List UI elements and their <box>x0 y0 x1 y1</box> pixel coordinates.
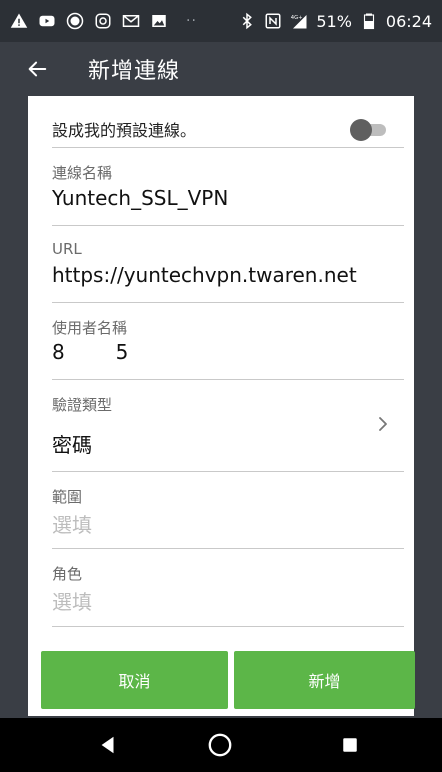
username-value[interactable]: 8 5 <box>52 340 128 364</box>
username-field[interactable]: 使用者名稱 8 5 <box>52 303 404 380</box>
auth-type-label: 驗證類型 <box>52 396 113 414</box>
connection-name-label: 連線名稱 <box>52 164 113 182</box>
chevron-right-icon <box>379 417 387 431</box>
url-field[interactable]: URL https://yuntechvpn.twaren.net <box>52 226 404 303</box>
system-nav-bar <box>0 718 442 772</box>
role-field[interactable]: 角色 選填 <box>52 549 404 627</box>
app-bar: 新增連線 <box>0 42 442 96</box>
back-arrow-icon[interactable] <box>26 58 48 80</box>
nav-recents-button[interactable] <box>334 729 366 761</box>
more-notifications: ·· <box>186 13 197 29</box>
instagram-icon <box>94 12 112 30</box>
clock: 06:24 <box>385 11 432 31</box>
url-label: URL <box>52 240 82 258</box>
gmail-icon <box>122 12 140 30</box>
default-connection-label: 設成我的預設連線。 <box>52 120 197 140</box>
status-notifications: ·· <box>10 12 197 30</box>
youtube-icon <box>38 12 56 30</box>
image-icon <box>150 12 168 30</box>
url-value[interactable]: https://yuntechvpn.twaren.net <box>52 263 357 287</box>
bluetooth-icon <box>238 12 256 30</box>
toggle-knob <box>350 118 372 141</box>
default-connection-toggle[interactable] <box>350 118 390 141</box>
cancel-button[interactable]: 取消 <box>41 651 228 709</box>
scope-field[interactable]: 範圍 選填 <box>52 472 404 549</box>
nav-home-button[interactable] <box>204 729 236 761</box>
signal-label: 4G+ <box>291 15 303 21</box>
role-label: 角色 <box>52 565 83 583</box>
username-label: 使用者名稱 <box>52 319 128 337</box>
nfc-icon <box>264 12 282 30</box>
add-button[interactable]: 新增 <box>234 651 415 709</box>
auth-type-selector[interactable]: 驗證類型 密碼 <box>52 380 404 472</box>
circle-home-icon <box>208 733 232 757</box>
square-recents-icon <box>343 738 357 752</box>
status-bar: ·· 4G+ 51% 06:24 <box>0 0 442 42</box>
connection-name-field[interactable]: 連線名稱 Yuntech_SSL_VPN <box>52 148 404 226</box>
battery-icon <box>360 12 378 30</box>
connection-name-value[interactable]: Yuntech_SSL_VPN <box>52 186 228 210</box>
scope-placeholder[interactable]: 選填 <box>52 509 92 538</box>
signal-icon: 4G+ <box>290 12 308 30</box>
warning-icon <box>10 12 28 30</box>
battery-percent: 51% <box>316 11 352 31</box>
nav-back-button[interactable] <box>92 729 124 761</box>
default-connection-row: 設成我的預設連線。 <box>52 96 404 148</box>
status-system: 4G+ 51% 06:24 <box>238 12 432 31</box>
scope-label: 範圍 <box>52 488 83 506</box>
auth-type-value: 密碼 <box>52 433 92 457</box>
app-badge-icon <box>66 12 84 30</box>
page-title: 新增連線 <box>88 59 181 84</box>
role-placeholder[interactable]: 選填 <box>52 586 92 615</box>
triangle-back-icon <box>101 736 114 754</box>
connection-form-card: 設成我的預設連線。 連線名稱 Yuntech_SSL_VPN URL https… <box>28 96 415 716</box>
